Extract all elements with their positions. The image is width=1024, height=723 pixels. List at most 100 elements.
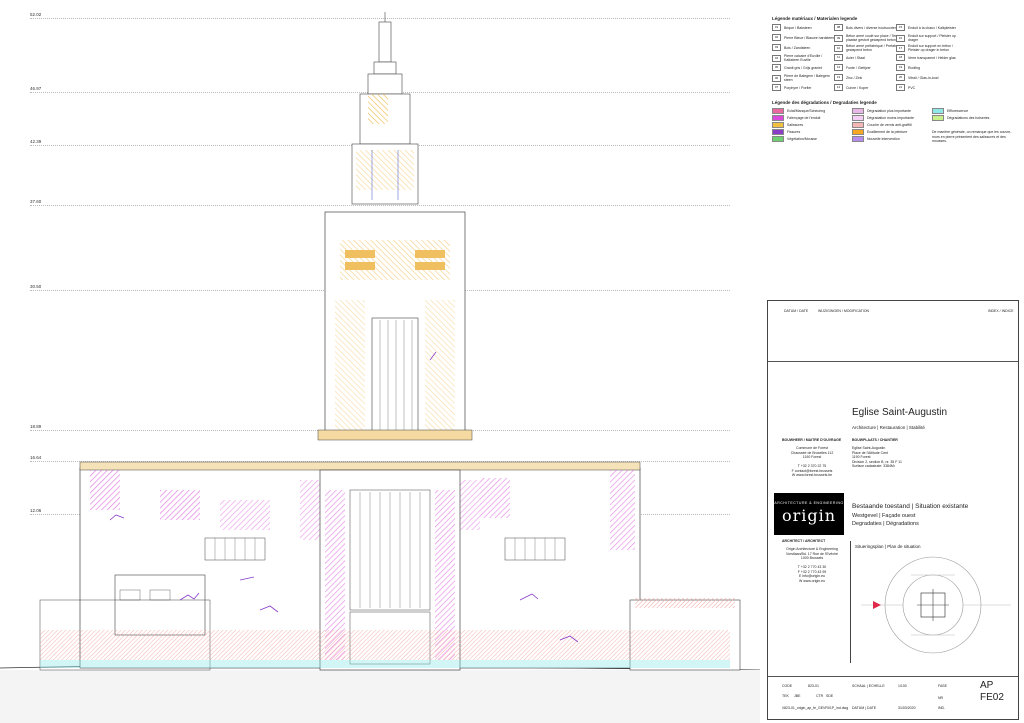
material-label: Granit gris / Grijs graniet [784, 65, 822, 70]
degradation-label: Fissures [787, 130, 801, 134]
degradation-legend-item: Dégradation moins importante [852, 115, 914, 121]
degradations-legend-title: Légende des dégradations / Degradaties l… [772, 100, 877, 105]
degradation-legend-item: Couche de vernis anti-graffiti [852, 122, 912, 128]
address-line: Surface cadastrale: 3384M² [852, 464, 895, 468]
degradation-label: Dégradation moins importante [867, 116, 914, 120]
material-label: Roofing [908, 65, 921, 70]
degradation-label: Dégradation plus importante [867, 109, 911, 113]
material-label: Acier / Staal [846, 55, 865, 60]
revision-modification-header: WIJZIGINGEN / MODIFICATION [818, 309, 870, 313]
revision-index-header: INDEX / INDICE [988, 309, 1014, 313]
code-value: 823-01 [808, 684, 819, 688]
material-label: Enduit à la chaux / Kalkpleister [908, 25, 956, 30]
material-legend-item: 14 Cuivre / Koper [834, 84, 898, 91]
degradation-legend-item: Efflorescence [932, 108, 968, 114]
material-legend-item: 16 Enduit sur support / Pleister op drage… [896, 34, 960, 42]
materials-legend: Légende matériaux / Materialen legende 0… [772, 16, 1017, 91]
degradation-swatch [772, 136, 784, 142]
fase-label: FASE [938, 684, 947, 688]
degradation-label: Dégradations des boiseries [947, 116, 990, 120]
degradation-swatch [852, 129, 864, 135]
degradation-swatch [772, 122, 784, 128]
material-legend-item: 07 Porphyre / Porfier [772, 84, 836, 91]
materials-legend-title: Légende matériaux / Materialen legende [772, 16, 858, 21]
degradation-swatch [932, 108, 944, 114]
material-legend-item: 12 Fonte / Gietijzer [834, 64, 898, 71]
material-number: 13 [834, 74, 843, 81]
revision-date-header: DATUM / DATE [784, 309, 809, 313]
degradation-legend-item: Faïençage de l'enduit [772, 115, 820, 121]
degradation-label: Efflorescence [947, 109, 969, 113]
degradation-legend-item: Ecaillement de la peinture [852, 129, 907, 135]
material-legend-item: 09 Béton armé coulé sur place / Ter plaat… [834, 34, 898, 42]
degradation-legend-item: Dégradations des boiseries [932, 115, 989, 121]
degradation-legend-item: Nouvelle intervention [852, 136, 900, 142]
material-legend-item: 21 PVC [896, 84, 960, 91]
site-label: BOUWPLAATS / CHANTIER [852, 438, 898, 442]
architect-address: Origin Architecture & Engineering Vorstla… [782, 547, 842, 583]
material-label: Bois divers / diverse houtsoorten [846, 25, 897, 30]
material-label: Pierre calcaire d'Euville / Kalksteen Eu… [784, 54, 823, 62]
nr-label: NR [938, 696, 944, 700]
material-label: Cuivre / Koper [846, 85, 869, 90]
degradations-legend-list: Eclat/Manque/Scheuring Faïençage de l'end… [772, 108, 1017, 153]
site-address: Eglise Saint-Augustin Place de l'Altitude… [852, 446, 932, 469]
material-legend-item: 01 Brique / Baksteen [772, 24, 836, 31]
material-number: 18 [896, 54, 905, 61]
degradation-label: Salissures [787, 123, 804, 127]
material-label: Pierre Bleue / Blauwe hardsteen [784, 35, 835, 40]
degradation-swatch [932, 115, 944, 121]
address-line: W www.origin.eu [798, 578, 826, 583]
degradation-label: Végétation/Mousse [787, 137, 817, 141]
material-number: 14 [834, 84, 843, 91]
date-value: 31/03/2020 [898, 706, 916, 710]
scale-value: 1/100 [898, 684, 907, 688]
material-label: Enduit sur support en béton / Pleister o… [908, 44, 953, 52]
scale-label: SCHAAL | ECHELLE [852, 684, 885, 688]
degradations-legend: Légende des dégradations / Degradaties l… [772, 100, 1017, 143]
sheet-title: Bestaande toestand | Situation existante [852, 503, 969, 510]
material-number: 07 [772, 84, 781, 91]
material-number: 16 [896, 34, 905, 42]
degradation-legend-item: Salissures [772, 122, 803, 128]
degradation-label: Couche de vernis anti-graffiti [867, 123, 912, 127]
material-number: 17 [896, 44, 905, 52]
owner-label: BOUWHEER / MAITRE D'OUVRAGE [782, 438, 842, 442]
material-label: PVC [908, 85, 916, 90]
material-label: Enduit sur support / Pleister op drager [908, 34, 956, 42]
material-number: 12 [834, 64, 843, 71]
material-legend-item: 19 Roofing [896, 64, 960, 71]
degradation-note: De manière générale, on remarque que les… [932, 130, 1012, 143]
ind-label: IND. [938, 706, 945, 710]
nr-value: FE02 [980, 692, 1004, 703]
material-legend-item: 18 Verre transparent / Helder glas [896, 54, 960, 61]
degradation-label: Faïençage de l'enduit [787, 116, 821, 120]
project-title: Eglise Saint-Augustin [852, 407, 948, 418]
material-legend-item: 02 Pierre Bleue / Blauwe hardsteen [772, 34, 836, 41]
material-legend-item: 03 Bois / Zandsteen [772, 44, 836, 51]
degradation-label: Nouvelle intervention [867, 137, 900, 141]
sheet-subtitle-1: Westgevel | Façade ouest [852, 513, 916, 519]
material-legend-item: 05 Granit gris / Grijs graniet [772, 64, 836, 71]
degradation-swatch [852, 108, 864, 114]
material-number: 08 [834, 24, 843, 31]
degradation-swatch [852, 136, 864, 142]
degradation-swatch [772, 115, 784, 121]
material-number: 01 [772, 24, 781, 31]
degradation-swatch [852, 122, 864, 128]
material-legend-item: 04 Pierre calcaire d'Euville / Kalksteen … [772, 54, 836, 62]
degradation-swatch [772, 129, 784, 135]
material-number: 04 [772, 54, 781, 62]
material-label: Bois / Zandsteen [784, 45, 811, 50]
material-legend-item: 11 Acier / Staal [834, 54, 898, 61]
west-facade-drawing [0, 12, 760, 723]
material-number: 02 [772, 34, 781, 41]
project-subtitle: Architecture | Restauration | Stabilité [852, 425, 925, 430]
code-label: CODE [782, 684, 793, 688]
degradation-legend-item: Dégradation plus importante [852, 108, 911, 114]
material-number: 11 [834, 54, 843, 61]
material-number: 03 [772, 44, 781, 51]
logo-tagline: ARCHITECTURE & ENGINEERING [774, 501, 844, 505]
site-plan-map [861, 556, 1011, 654]
address-line: Origin Architecture & Engineering [786, 547, 838, 551]
